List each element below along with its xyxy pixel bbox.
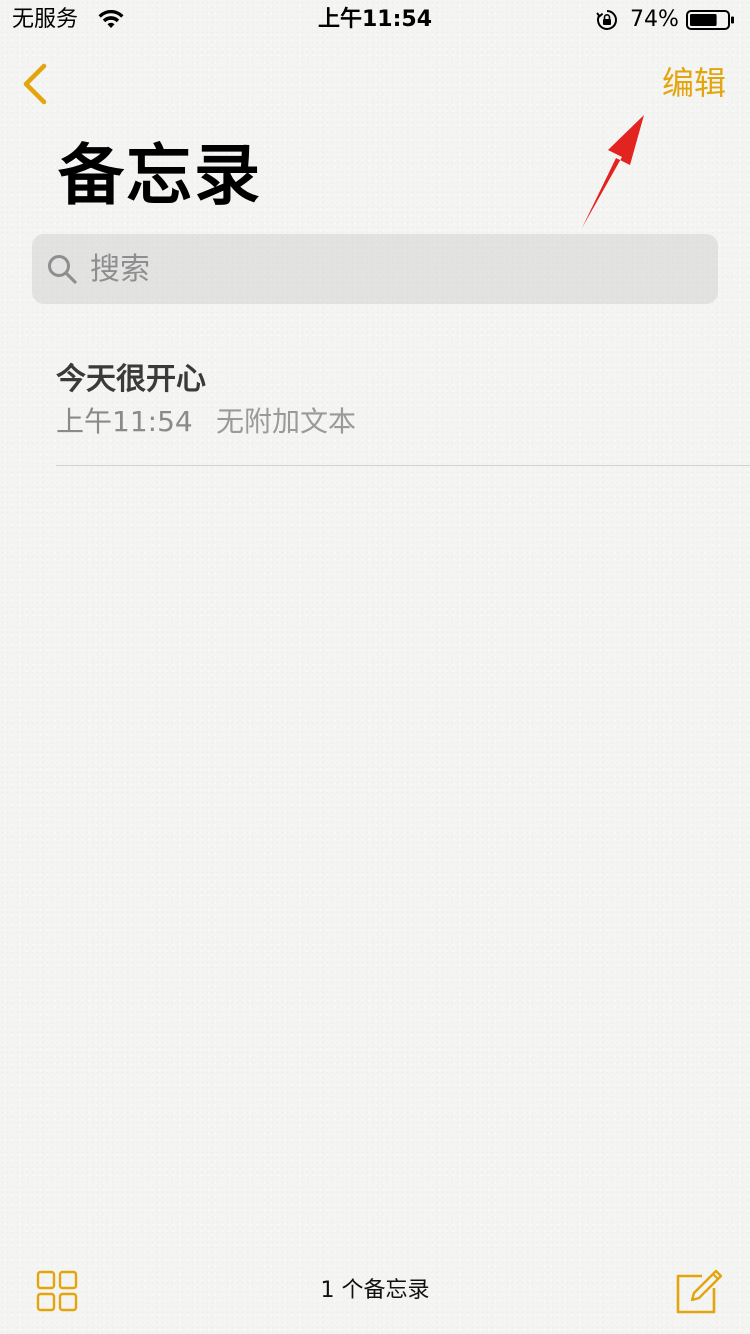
list-item[interactable]: 今天很开心 上午11:54 无附加文本 (56, 352, 750, 464)
list-divider (56, 465, 750, 466)
edit-button[interactable]: 编辑 (640, 62, 726, 104)
chevron-left-icon (23, 63, 47, 105)
search-input[interactable] (90, 234, 690, 304)
note-preview: 无附加文本 (216, 405, 357, 438)
battery-percent: 74% (630, 7, 679, 32)
bottom-toolbar: 1 个备忘录 (0, 1250, 750, 1334)
back-button[interactable] (16, 58, 56, 110)
search-bar[interactable] (32, 234, 718, 304)
page-title: 备忘录 (58, 137, 262, 214)
annotation-arrow-icon (582, 115, 644, 228)
search-icon (46, 253, 78, 285)
battery-icon (686, 10, 736, 30)
orientation-lock-icon (596, 9, 618, 31)
note-count-label: 1 个备忘录 (320, 1278, 430, 1303)
note-time: 上午11:54 (56, 405, 193, 438)
compose-icon (676, 1269, 723, 1314)
compose-button[interactable] (672, 1264, 726, 1316)
note-title: 今天很开心 (56, 362, 206, 397)
status-bar: 无服务 上午11:54 74% (0, 0, 750, 40)
